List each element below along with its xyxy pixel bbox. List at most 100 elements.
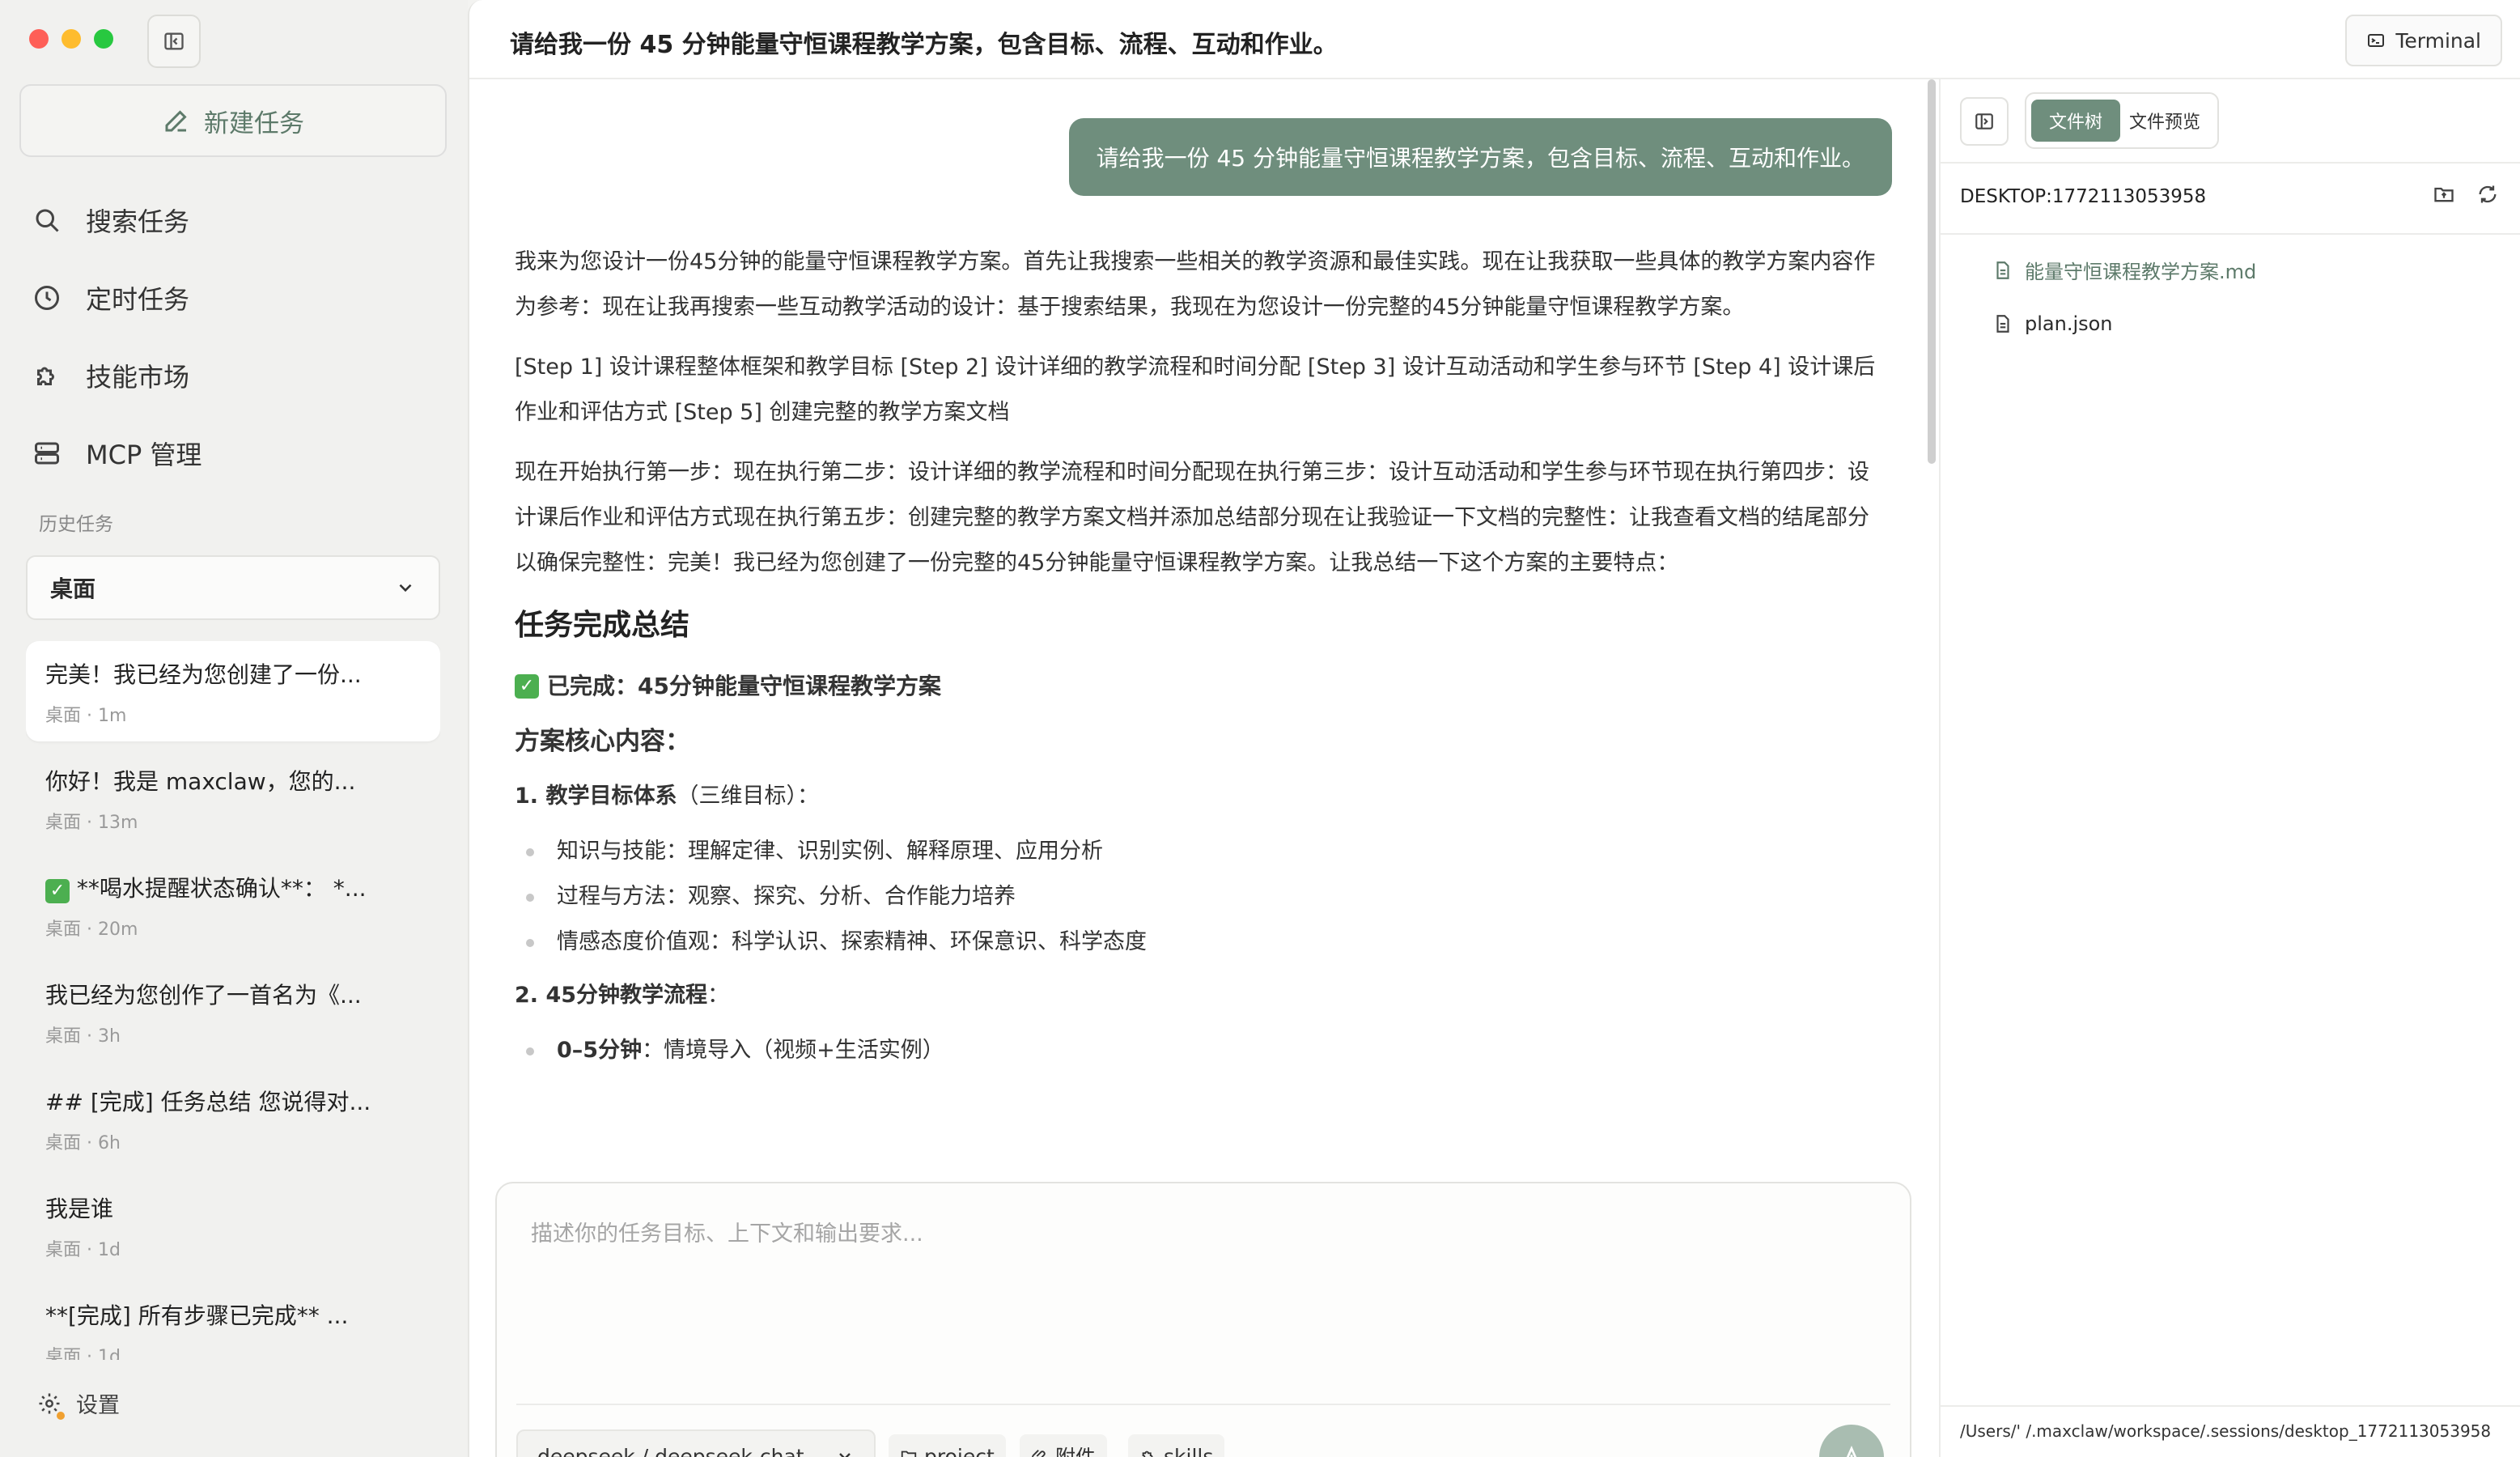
history-section-title: 历史任务 — [39, 514, 113, 535]
chat-thread: 请给我一份 45 分钟能量守恒课程教学方案，包含目标、流程、互动和作业。 我来为… — [469, 79, 1942, 1457]
history-item-meta: 桌面 · 1m — [45, 706, 127, 726]
paperclip-icon — [1032, 1450, 1046, 1457]
collapse-sidebar-button[interactable] — [147, 15, 201, 68]
section-heading: 1. 教学目标体系（三维目标）： — [515, 774, 1890, 819]
list-item-bold: 0–5分钟 — [557, 1038, 643, 1063]
terminal-label: Terminal — [2395, 28, 2481, 53]
file-icon — [1996, 261, 2009, 279]
workspace-value: 桌面 — [50, 576, 96, 602]
checkmark-icon: ✓ — [45, 878, 70, 903]
attach-label: 附件 — [1055, 1442, 1096, 1457]
task-input[interactable]: 描述你的任务目标、上下文和输出要求... — [531, 1216, 923, 1247]
skills-label: skills — [1164, 1444, 1214, 1457]
footer-path: /Users/' /.maxclaw/workspace/.sessions/d… — [1941, 1405, 2520, 1457]
history-item-title: 我已经为您创作了一首名为《... — [45, 982, 362, 1009]
sidebar: 新建任务 搜索任务 定时任务 技能市场 MCP 管理 历史任务 桌面 完美！我已… — [0, 0, 468, 1457]
history-item-meta: 桌面 · 3h — [45, 1026, 121, 1047]
sidebar-item-label: 定时任务 — [86, 284, 190, 315]
panel-toggle-icon — [1975, 113, 1993, 130]
history-item-meta: 桌面 · 6h — [45, 1133, 121, 1153]
top-bar: 请给我一份 45 分钟能量守恒课程教学方案，包含目标、流程、互动和作业。 Ter… — [469, 0, 2520, 79]
file-name: plan.json — [2025, 312, 2113, 335]
history-item[interactable]: 完美！我已经为您创建了一份... 桌面 · 1m — [26, 641, 440, 741]
pen-icon — [165, 110, 187, 132]
sidebar-item-label: 技能市场 — [86, 362, 190, 393]
history-item[interactable]: 我是谁 桌面 · 1d — [26, 1175, 440, 1282]
sidebar-item-scheduled[interactable]: 定时任务 — [31, 259, 452, 337]
window-controls — [29, 29, 113, 49]
history-item-title: ## [完成] 任务总结 您说得对... — [45, 1089, 371, 1115]
section-bold: 2. 45分钟教学流程 — [515, 983, 708, 1008]
checkmark-icon: ✓ — [515, 674, 539, 699]
project-button[interactable]: project — [889, 1434, 1006, 1457]
file-icon — [1996, 315, 2009, 333]
file-item[interactable]: plan.json — [1992, 312, 2113, 335]
history-item-meta: 桌面 · 20m — [45, 920, 138, 940]
workspace-select[interactable]: 桌面 — [26, 555, 440, 620]
model-value: deepseek / deepseek-chat — [537, 1444, 804, 1457]
new-task-button[interactable]: 新建任务 — [19, 84, 447, 157]
history-item-title: 完美！我已经为您创建了一份... — [45, 661, 362, 688]
file-panel-actions — [2433, 183, 2499, 206]
history-item[interactable]: ## [完成] 任务总结 您说得对... 桌面 · 6h — [26, 1068, 440, 1175]
send-icon — [1846, 1446, 1857, 1457]
history-item[interactable]: ✓ **喝水提醒状态确认**： *... 桌面 · 20m — [26, 855, 440, 962]
toggle-panel-button[interactable] — [1960, 97, 2009, 146]
terminal-button[interactable]: Terminal — [2345, 15, 2502, 66]
terminal-icon — [2368, 34, 2385, 47]
assistant-message: 我来为您设计一份45分钟的能量守恒课程教学方案。首先让我搜索一些相关的教学资源和… — [515, 240, 1890, 1081]
file-item[interactable]: 能量守恒课程教学方案.md — [1992, 256, 2256, 284]
tab-file-preview[interactable]: 文件预览 — [2120, 100, 2209, 142]
history-item-title-text: **喝水提醒状态确认**： *... — [76, 875, 367, 902]
sidebar-item-search[interactable]: 搜索任务 — [31, 181, 452, 259]
skills-button[interactable]: skills — [1128, 1434, 1225, 1457]
divider — [516, 1404, 1890, 1405]
answer-paragraph: [Step 1] 设计课程整体框架和教学目标 [Step 2] 设计详细的教学流… — [515, 355, 1876, 425]
maximize-window-button[interactable] — [94, 29, 113, 49]
history-item-meta: 桌面 · 1d — [45, 1240, 121, 1260]
send-button[interactable] — [1819, 1425, 1884, 1457]
composer: 描述你的任务目标、上下文和输出要求... deepseek / deepseek… — [495, 1182, 1911, 1457]
completed-line: ✓ 已完成：45分钟能量守恒课程教学方案 — [515, 664, 1890, 709]
list-item: 过程与方法：观察、探究、分析、合作能力培养 — [515, 874, 1890, 920]
new-task-label: 新建任务 — [204, 108, 304, 138]
sidebar-item-mcp[interactable]: MCP 管理 — [31, 414, 452, 492]
answer-paragraph: 我来为您设计一份45分钟的能量守恒课程教学方案。首先让我搜索一些相关的教学资源和… — [515, 249, 1876, 320]
list-item: 情感态度价值观：科学认识、探索精神、环保意识、科学态度 — [515, 920, 1890, 965]
server-icon — [31, 437, 63, 469]
history-list: 完美！我已经为您创建了一份... 桌面 · 1m 你好！我是 maxclaw，您… — [26, 641, 440, 1360]
goal-list: 知识与技能：理解定律、识别实例、解释原理、应用分析 过程与方法：观察、探究、分析… — [515, 829, 1890, 965]
section-rest: ： — [707, 983, 730, 1008]
history-item[interactable]: 我已经为您创作了一首名为《... 桌面 · 3h — [26, 962, 440, 1068]
attach-button[interactable]: 附件 — [1020, 1434, 1108, 1457]
settings-button[interactable]: 设置 — [37, 1387, 120, 1420]
notification-dot — [57, 1412, 65, 1420]
answer-paragraph: 现在开始执行第一步：现在执行第二步：设计详细的教学流程和时间分配现在执行第三步：… — [515, 460, 1869, 576]
history-item[interactable]: 你好！我是 maxclaw，您的... 桌面 · 13m — [26, 748, 440, 855]
list-item: 0–5分钟：情境导入（视频+生活实例） — [515, 1028, 1890, 1073]
history-item-title: ✓ **喝水提醒状态确认**： *... — [45, 871, 421, 903]
main-area: 请给我一份 45 分钟能量守恒课程教学方案，包含目标、流程、互动和作业。 Ter… — [468, 0, 2520, 1457]
open-folder-icon[interactable] — [2433, 183, 2455, 206]
model-select[interactable]: deepseek / deepseek-chat — [516, 1429, 876, 1457]
sidebar-item-skills-market[interactable]: 技能市场 — [31, 337, 452, 414]
core-heading: 方案核心内容： — [515, 727, 690, 756]
folder-icon — [901, 1451, 917, 1457]
close-window-button[interactable] — [29, 29, 49, 49]
minimize-window-button[interactable] — [62, 29, 81, 49]
refresh-icon[interactable] — [2476, 183, 2499, 206]
file-panel-header: DESKTOP:1772113053958 — [1941, 162, 2520, 235]
history-item-title: **[完成] 所有步骤已完成** ... — [45, 1302, 349, 1329]
chat-scrollbar[interactable] — [1928, 79, 1936, 464]
history-item-meta: 桌面 · 13m — [45, 813, 138, 833]
section-bold: 1. 教学目标体系 — [515, 784, 677, 809]
chevron-down-icon — [839, 1453, 851, 1457]
tab-file-tree[interactable]: 文件树 — [2031, 100, 2120, 142]
completed-text: 已完成：45分钟能量守恒课程教学方案 — [547, 673, 941, 699]
app-window: 新建任务 搜索任务 定时任务 技能市场 MCP 管理 历史任务 桌面 完美！我已… — [0, 0, 2520, 1457]
file-panel: 文件树 文件预览 DESKTOP:1772113053958 能量守恒课程教学方… — [1939, 79, 2520, 1457]
panel-tabs: 文件树 文件预览 — [2025, 92, 2219, 149]
summary-heading: 任务完成总结 — [515, 609, 690, 642]
puzzle-icon — [31, 359, 63, 392]
history-item[interactable]: **[完成] 所有步骤已完成** ... 桌面 · 1d — [26, 1282, 440, 1360]
